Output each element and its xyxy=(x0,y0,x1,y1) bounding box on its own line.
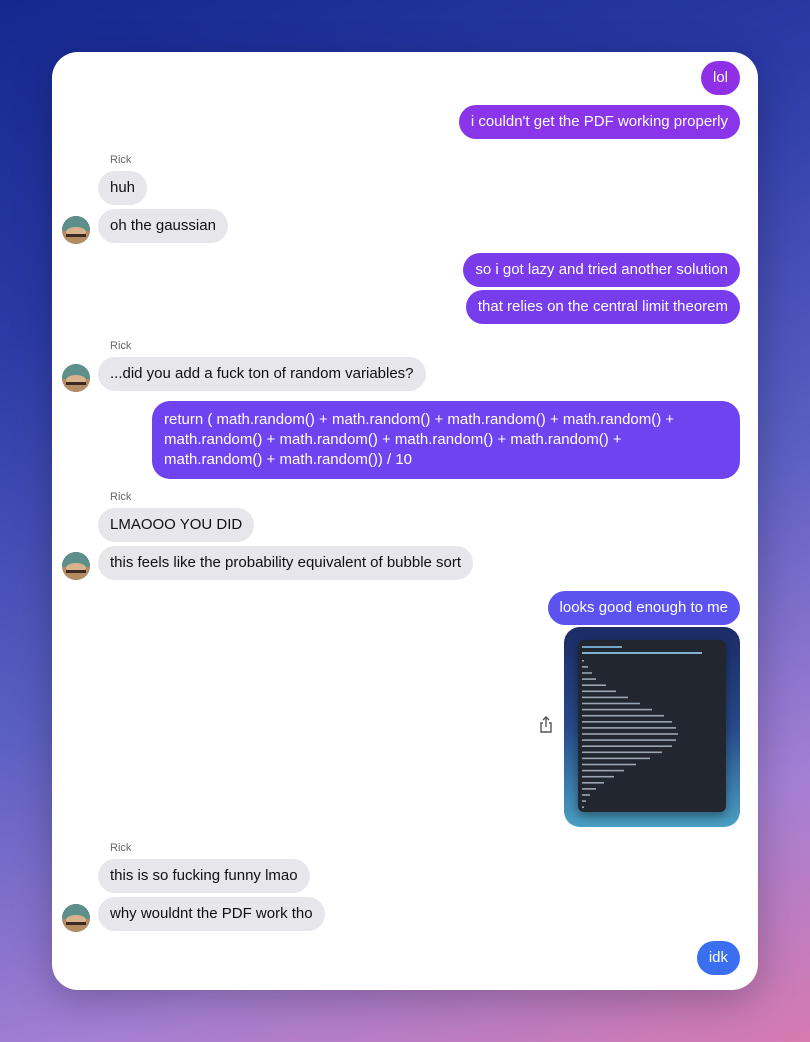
terminal-histogram-row xyxy=(582,775,614,778)
terminal-histogram-row xyxy=(582,788,596,790)
terminal-text-line xyxy=(582,646,622,648)
message-bubble-outgoing-code[interactable]: return ( math.random() + math.random() +… xyxy=(152,401,740,479)
terminal-histogram-row xyxy=(582,769,624,772)
terminal-histogram-row xyxy=(582,763,636,766)
terminal-histogram-row xyxy=(582,690,616,693)
terminal-histogram-row xyxy=(582,714,664,717)
terminal-histogram-row xyxy=(582,696,628,699)
terminal-histogram-row xyxy=(582,745,672,747)
sender-name: Rick xyxy=(110,154,132,166)
message-bubble-outgoing[interactable]: that relies on the central limit theorem xyxy=(465,290,740,324)
share-icon[interactable] xyxy=(538,716,554,734)
sender-name: Rick xyxy=(110,340,132,352)
message-bubble-incoming[interactable]: huh xyxy=(98,171,148,205)
terminal-histogram-row xyxy=(582,727,676,729)
terminal-histogram-row xyxy=(582,751,662,754)
message-bubble-outgoing[interactable]: i couldn't get the PDF working properly xyxy=(458,105,740,139)
message-bubble-incoming[interactable]: this is so fucking funny lmao xyxy=(98,859,310,893)
terminal-histogram-row xyxy=(582,800,586,802)
terminal-histogram-row xyxy=(582,733,678,735)
sender-name: Rick xyxy=(110,842,132,854)
sender-name: Rick xyxy=(110,491,132,503)
terminal-histogram-row xyxy=(582,684,606,686)
terminal-histogram-row xyxy=(582,672,592,674)
terminal-histogram-row xyxy=(582,757,650,760)
terminal-screenshot xyxy=(578,640,726,812)
avatar[interactable] xyxy=(62,364,90,392)
message-bubble-incoming[interactable]: ...did you add a fuck ton of random vari… xyxy=(98,357,426,391)
message-bubble-incoming[interactable]: this feels like the probability equivale… xyxy=(98,546,474,580)
avatar[interactable] xyxy=(62,552,90,580)
message-bubble-incoming[interactable]: LMAOOO YOU DID xyxy=(98,508,255,542)
terminal-histogram-row xyxy=(582,782,604,784)
code-line: math.random() + math.random() + math.ran… xyxy=(164,431,622,448)
terminal-histogram-row xyxy=(582,666,588,668)
code-line: math.random() + math.random()) / 10 xyxy=(164,451,413,468)
terminal-text-line xyxy=(582,652,702,654)
terminal-histogram-row xyxy=(582,702,640,705)
terminal-histogram-row xyxy=(582,794,590,796)
message-bubble-outgoing[interactable]: lol xyxy=(700,61,740,95)
message-bubble-outgoing[interactable]: so i got lazy and tried another solution xyxy=(463,253,740,287)
message-bubble-outgoing[interactable]: looks good enough to me xyxy=(547,591,740,625)
image-attachment[interactable] xyxy=(564,627,740,827)
terminal-histogram-row xyxy=(582,739,676,741)
avatar[interactable] xyxy=(62,904,90,932)
chat-window: lol i couldn't get the PDF working prope… xyxy=(52,52,758,990)
terminal-histogram-row xyxy=(582,708,652,711)
terminal-histogram-row xyxy=(582,721,672,723)
terminal-histogram-row xyxy=(582,806,584,808)
message-bubble-outgoing[interactable]: idk xyxy=(696,941,740,975)
terminal-histogram-row xyxy=(582,678,596,680)
message-bubble-incoming[interactable]: oh the gaussian xyxy=(98,209,228,243)
avatar[interactable] xyxy=(62,216,90,244)
terminal-histogram-row xyxy=(582,660,584,662)
code-line: return ( math.random() + math.random() +… xyxy=(164,411,675,428)
message-bubble-incoming[interactable]: why wouldnt the PDF work tho xyxy=(98,897,325,931)
